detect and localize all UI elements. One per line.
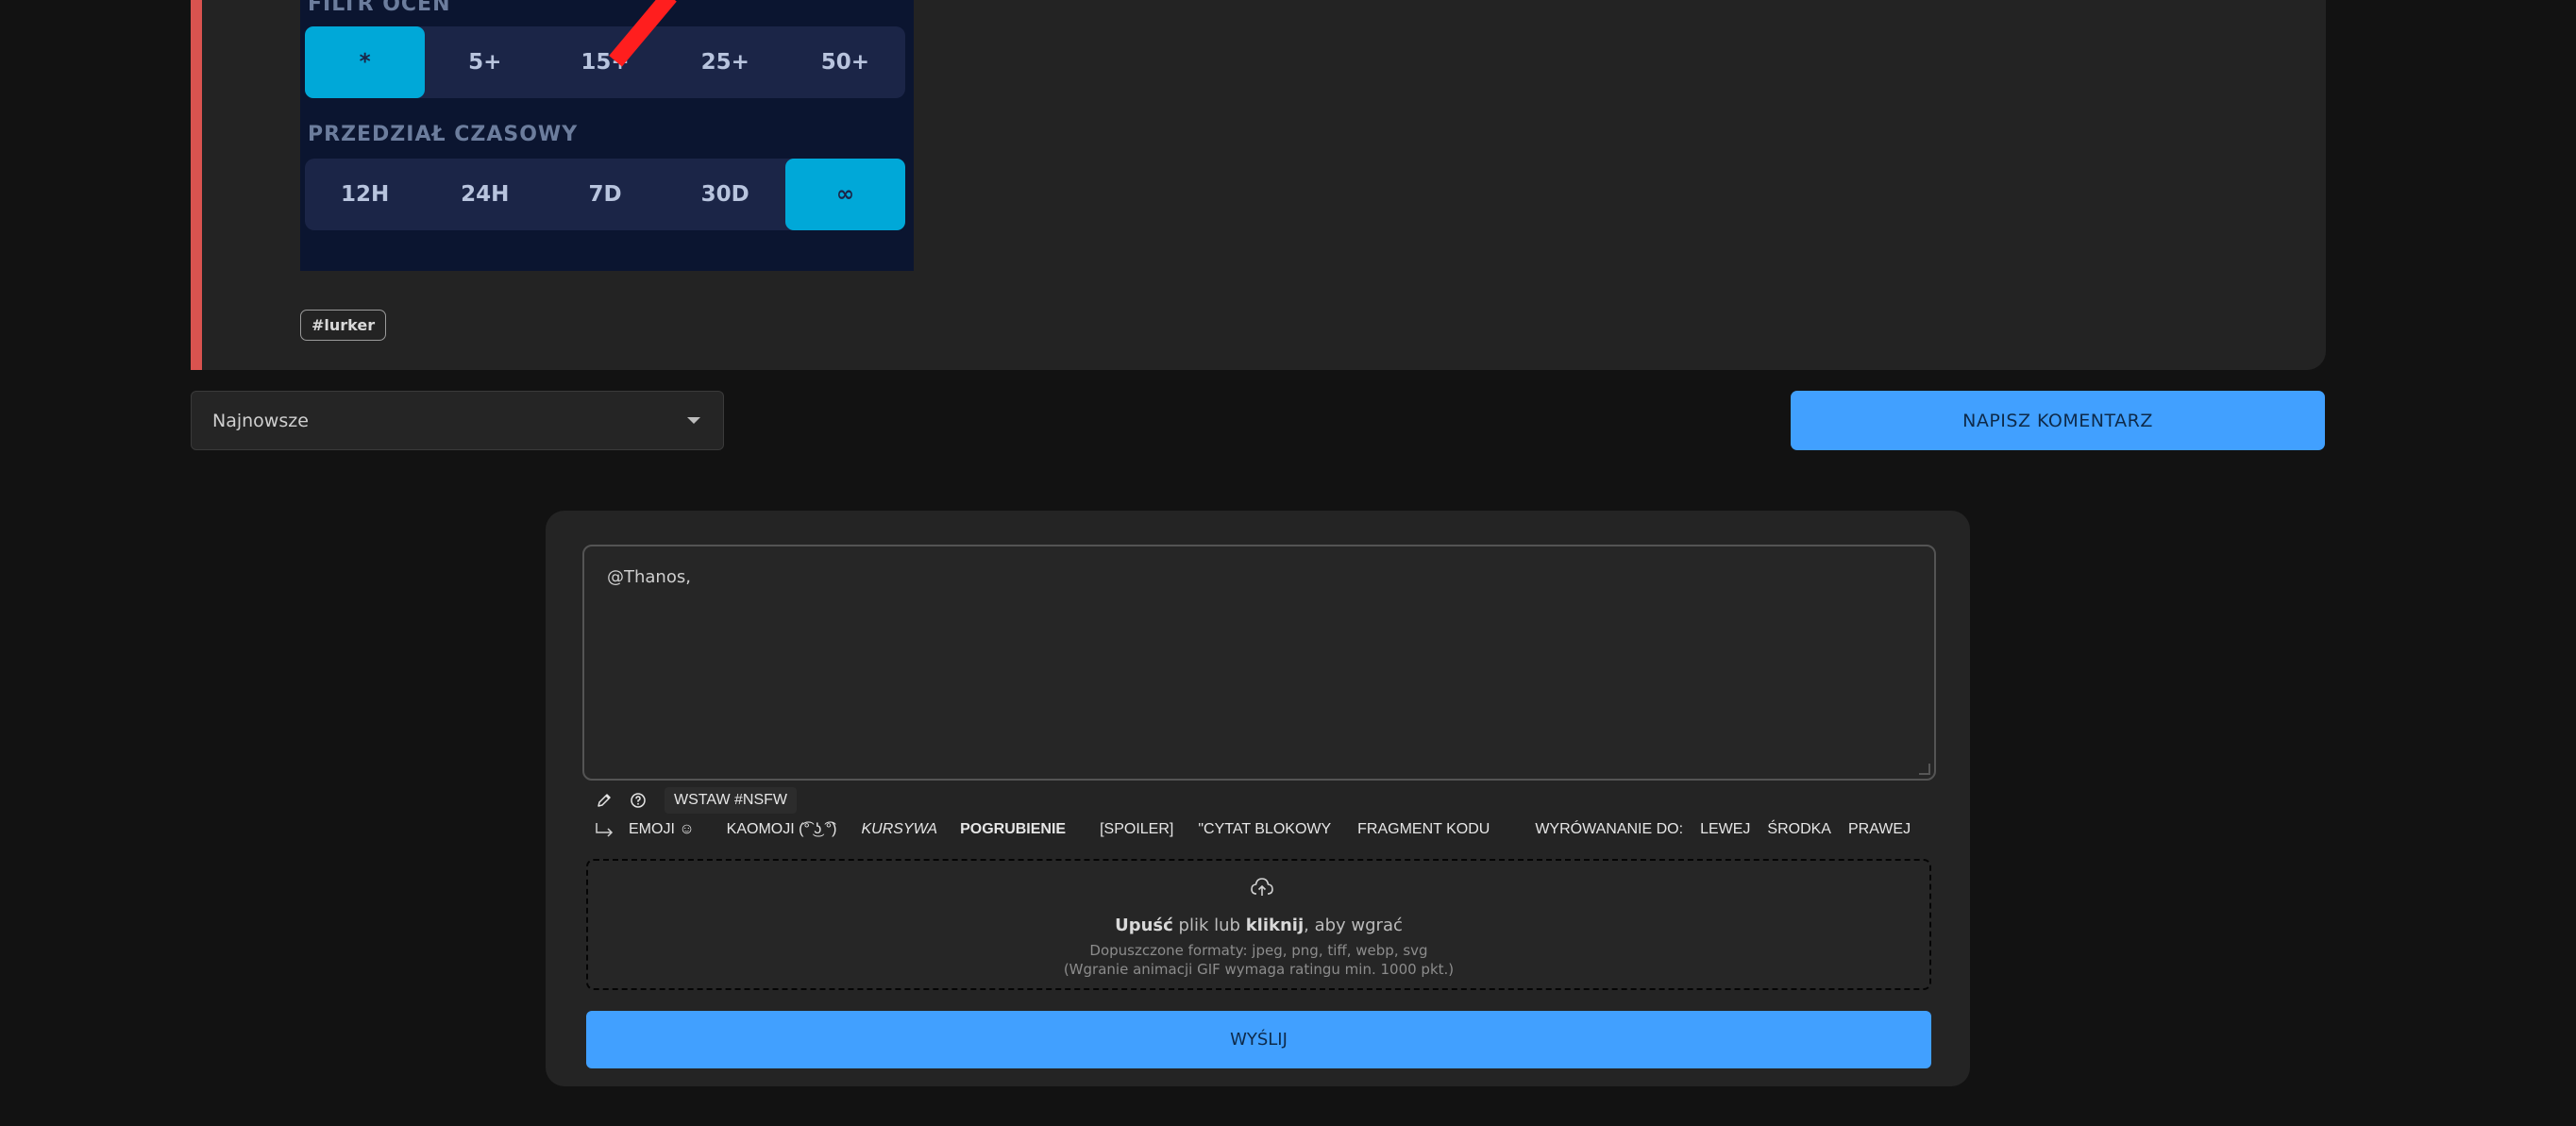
bold-button[interactable]: POGRUBIENIE [952, 816, 1073, 843]
time-option-7d: 7D [588, 182, 622, 207]
post-tag[interactable]: #lurker [300, 310, 387, 341]
rating-option-all: * [305, 26, 426, 98]
write-comment-button[interactable]: NAPISZ KOMENTARZ [1791, 391, 2325, 450]
kaomoji-button[interactable]: KAOMOJI (͡° ͜ʖ ͡°) [719, 816, 845, 843]
rating-filter-segment: * 5+ 15+ 25+ 50+ [305, 26, 905, 98]
comment-textarea-value: @Thanos, [607, 567, 691, 587]
toolbar-row-formatting: EMOJI ☺ KAOMOJI (͡° ͜ʖ ͡°) KURSYWA POGRU… [587, 816, 1918, 843]
dropzone-gif-note: (Wgranie animacji GIF wymaga ratingu min… [1063, 961, 1455, 978]
spoiler-button[interactable]: [SPOILER] [1092, 816, 1181, 843]
insert-nsfw-button[interactable]: WSTAW #NSFW [665, 787, 797, 814]
file-upload-dropzone[interactable]: Upuść plik lub kliknij, aby wgrać Dopusz… [586, 859, 1931, 990]
dropzone-click-word: kliknij [1245, 916, 1305, 935]
dropzone-middle-text: plik lub [1178, 916, 1240, 935]
code-fragment-button[interactable]: FRAGMENT KODU [1350, 816, 1497, 843]
time-option-infinity: ∞ [784, 159, 906, 230]
align-label: WYRÓWANANIE DO: [1535, 821, 1684, 837]
align-left-button[interactable]: LEWEJ [1692, 816, 1758, 843]
help-icon[interactable] [621, 787, 655, 814]
time-range-label: PRZEDZIAŁ CZASOWY [308, 123, 579, 146]
align-right-button[interactable]: PRAWEJ [1841, 816, 1918, 843]
dropzone-drop-word: Upuść [1115, 916, 1173, 935]
time-range-segment: 12H 24H 7D 30D ∞ [305, 159, 906, 230]
rating-option-50: 50+ [820, 50, 870, 75]
dropzone-instruction: Upuść plik lub kliknij, aby wgrać [588, 916, 1929, 935]
pencil-icon[interactable] [587, 787, 621, 814]
time-option-24h: 24H [461, 182, 510, 207]
rating-option-25: 25+ [700, 50, 749, 75]
resize-grip-icon[interactable] [1919, 764, 1930, 775]
caret-down-icon [687, 417, 700, 424]
post-embedded-image[interactable]: FILTR OCEN * 5+ 15+ 25+ 50+ PRZEDZIAŁ CZ… [300, 0, 914, 271]
rating-filter-label: FILTR OCEN [308, 0, 451, 16]
dropzone-end-text: , aby wgrać [1304, 916, 1403, 935]
comment-sort-select[interactable]: Najnowsze [191, 391, 724, 450]
cloud-upload-icon [1251, 878, 1273, 896]
time-option-12h: 12H [340, 182, 390, 207]
emoji-button[interactable]: EMOJI ☺ [621, 816, 702, 843]
time-option-30d: 30D [700, 182, 749, 207]
post-accent-bar [191, 0, 202, 370]
comment-textarea[interactable]: @Thanos, [582, 545, 1936, 781]
rating-option-15: 15+ [581, 50, 630, 75]
blockquote-button[interactable]: "CYTAT BLOKOWY [1190, 816, 1339, 843]
rating-option-5: 5+ [468, 50, 502, 75]
dropzone-formats: Dopuszczone formaty: jpeg, png, tiff, we… [1089, 942, 1428, 959]
align-center-button[interactable]: ŚRODKA [1759, 816, 1839, 843]
italic-button[interactable]: KURSYWA [853, 816, 945, 843]
comment-sort-value: Najnowsze [212, 410, 309, 431]
toolbar-row-top: WSTAW #NSFW [587, 787, 797, 814]
corner-arrow-icon [587, 816, 621, 843]
send-button[interactable]: WYŚLIJ [586, 1011, 1931, 1068]
